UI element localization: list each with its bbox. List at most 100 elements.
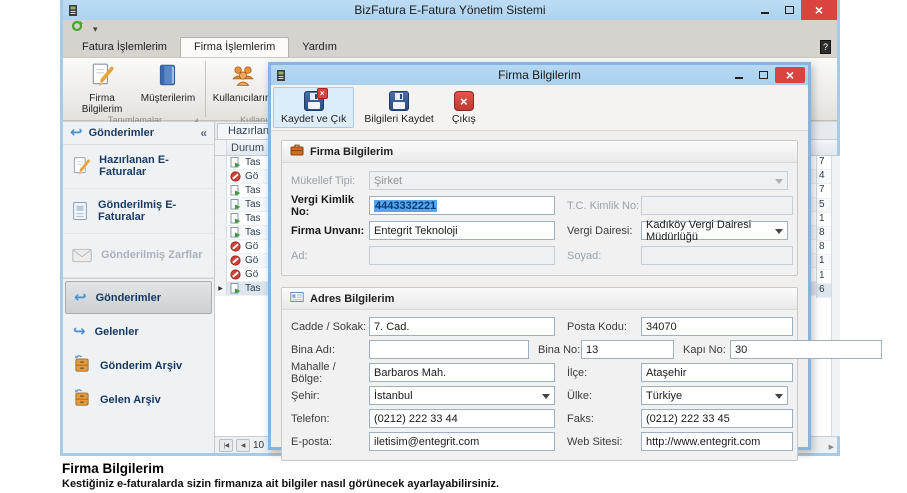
vergi-dairesi-select[interactable]: Kadıköy Vergi Dairesi Müdürlüğü <box>641 221 788 240</box>
address-card-icon <box>290 290 304 308</box>
kapi-no-field[interactable] <box>730 340 882 359</box>
chevron-down-icon <box>775 229 783 234</box>
field-label: T.C. Kimlik No: <box>555 200 641 212</box>
caption-title: Firma Bilgilerim <box>62 461 499 476</box>
group-header: Firma Bilgilerim <box>282 141 797 163</box>
dialog-icon <box>276 69 287 82</box>
kullanicilarim-button[interactable]: Kullanıcılarım <box>212 60 274 115</box>
dialog-maximize-icon[interactable] <box>751 65 775 85</box>
caption-block: Firma Bilgilerim Kestiğiniz e-faturalard… <box>62 461 499 490</box>
bilgileri-kaydet-button[interactable]: Bilgileri Kaydet <box>356 87 441 128</box>
sidebar: Gönderimler Hazırlanan E-Faturalar Gönde… <box>63 122 215 453</box>
save-icon <box>389 91 409 111</box>
faks-field[interactable] <box>641 409 793 428</box>
soyad-field[interactable] <box>641 246 793 265</box>
app-icon <box>68 4 79 17</box>
cadde-sokak-field[interactable] <box>369 317 555 336</box>
sidebar-nav-gelen-arsiv[interactable]: Gelen Arşiv <box>65 383 212 416</box>
page-pencil-icon <box>89 62 115 93</box>
ribbon-button-label: Kullanıcılarım <box>213 94 274 105</box>
arrow-back-icon <box>70 123 83 142</box>
page-pencil-icon <box>71 156 91 176</box>
status-taslak-icon <box>229 185 242 196</box>
dialog-close-icon[interactable] <box>775 67 805 83</box>
pager-prev-icon[interactable] <box>236 439 250 452</box>
maximize-icon[interactable] <box>777 0 801 20</box>
field-label: Mükellef Tipi: <box>291 175 369 187</box>
status-taslak-icon <box>229 227 242 238</box>
field-label: Soyad: <box>555 250 641 262</box>
field-label: İlçe: <box>555 367 641 379</box>
ilce-field[interactable] <box>641 363 793 382</box>
sidebar-nav-gelenler[interactable]: Gelenler <box>65 315 212 348</box>
kaydet-ve-cik-button[interactable]: Kaydet ve Çık <box>273 87 354 128</box>
status-blocked-icon <box>229 171 242 182</box>
ulke-select[interactable]: Türkiye <box>641 386 788 405</box>
bina-adi-field[interactable] <box>369 340 529 359</box>
chevron-down-icon <box>775 394 783 399</box>
pager-first-icon[interactable] <box>219 439 233 452</box>
field-label: Posta Kodu: <box>555 321 641 333</box>
posta-kodu-field[interactable] <box>641 317 793 336</box>
group-firma-bilgilerim: Firma Bilgilerim Mükellef Tipi: Şirket V… <box>281 140 798 276</box>
tab-firma-islemlerim[interactable]: Firma İşlemlerim <box>180 37 289 57</box>
book-icon <box>155 62 181 93</box>
field-label: Kapı No: <box>674 344 730 356</box>
close-icon[interactable] <box>801 0 837 20</box>
main-titlebar[interactable]: BizFatura E-Fatura Yönetim Sistemi <box>63 0 837 20</box>
web-sitesi-field[interactable] <box>641 432 793 451</box>
envelope-icon <box>71 248 93 263</box>
group-adres-bilgilerim: Adres Bilgilerim Cadde / Sokak: Posta Ko… <box>281 287 798 461</box>
sidebar-nav-gonderim-arsiv[interactable]: Gönderim Arşiv <box>65 349 212 382</box>
screenshot-stage: BizFatura E-Fatura Yönetim Sistemi Fatur… <box>0 0 907 493</box>
dialog-minimize-icon[interactable] <box>727 65 751 85</box>
field-label: Bina Adı: <box>291 344 369 356</box>
hscroll-right-icon[interactable] <box>829 436 834 454</box>
group-header: Adres Bilgilerim <box>282 288 797 310</box>
dialog-firma-bilgilerim: Firma Bilgilerim Kaydet ve Çık Bilgileri… <box>268 62 811 450</box>
ribbon-tabstrip: Fatura İşlemlerim Firma İşlemlerim Yardı… <box>63 36 837 57</box>
field-label: Firma Unvanı: <box>291 225 369 237</box>
cikis-button[interactable]: Çıkış <box>444 87 484 128</box>
status-taslak-icon <box>229 157 242 168</box>
save-exit-icon <box>304 91 324 111</box>
tc-kimlik-no-field[interactable] <box>641 196 793 215</box>
collapse-icon[interactable] <box>200 124 207 142</box>
vergi-kimlik-no-field[interactable]: 4443332221 <box>369 196 555 215</box>
eposta-field[interactable] <box>369 432 555 451</box>
chevron-down-icon <box>542 394 550 399</box>
mahalle-bolge-field[interactable] <box>369 363 555 382</box>
firma-bilgilerim-button[interactable]: Firma Bilgilerim <box>71 60 133 115</box>
ad-field[interactable] <box>369 246 555 265</box>
qat-customize-icon[interactable] <box>93 19 98 37</box>
tab-yardim[interactable]: Yardım <box>289 38 350 57</box>
dialog-titlebar[interactable]: Firma Bilgilerim <box>271 65 808 85</box>
column-header-durum[interactable]: Durum <box>227 142 264 154</box>
status-taslak-icon <box>229 199 242 210</box>
arrow-back-icon <box>74 288 87 307</box>
minimize-icon[interactable] <box>753 0 777 20</box>
sehir-select[interactable]: İstanbul <box>369 386 555 405</box>
field-label: Ülke: <box>555 390 641 402</box>
telefon-field[interactable] <box>369 409 555 428</box>
pager-page-number: 10 <box>253 440 264 451</box>
sidebar-item-gonderilmis-zarflar[interactable]: Gönderilmiş Zarflar <box>63 234 214 278</box>
field-label: E-posta: <box>291 436 369 448</box>
bina-no-field[interactable] <box>581 340 674 359</box>
vertical-scrollbar[interactable] <box>831 156 840 436</box>
main-window-title: BizFatura E-Fatura Yönetim Sistemi <box>63 3 837 17</box>
musterilerim-button[interactable]: Müşterilerim <box>137 60 199 115</box>
sidebar-header[interactable]: Gönderimler <box>63 122 214 145</box>
mukellef-tipi-select[interactable]: Şirket <box>369 171 788 190</box>
sidebar-item-gonderilmis-efaturalar[interactable]: Gönderilmiş E-Faturalar <box>63 189 214 233</box>
help-icon[interactable] <box>820 40 831 54</box>
sidebar-nav-gonderimler[interactable]: Gönderimler <box>65 281 212 314</box>
refresh-icon[interactable] <box>71 19 83 37</box>
status-blocked-icon <box>229 255 242 266</box>
field-label: Web Sitesi: <box>555 436 641 448</box>
firma-unvani-field[interactable] <box>369 221 555 240</box>
archive-icon <box>73 354 91 378</box>
tab-fatura-islemlerim[interactable]: Fatura İşlemlerim <box>69 38 180 57</box>
field-label: Faks: <box>555 413 641 425</box>
sidebar-item-hazirlanan-efaturalar[interactable]: Hazırlanan E-Faturalar <box>63 145 214 189</box>
